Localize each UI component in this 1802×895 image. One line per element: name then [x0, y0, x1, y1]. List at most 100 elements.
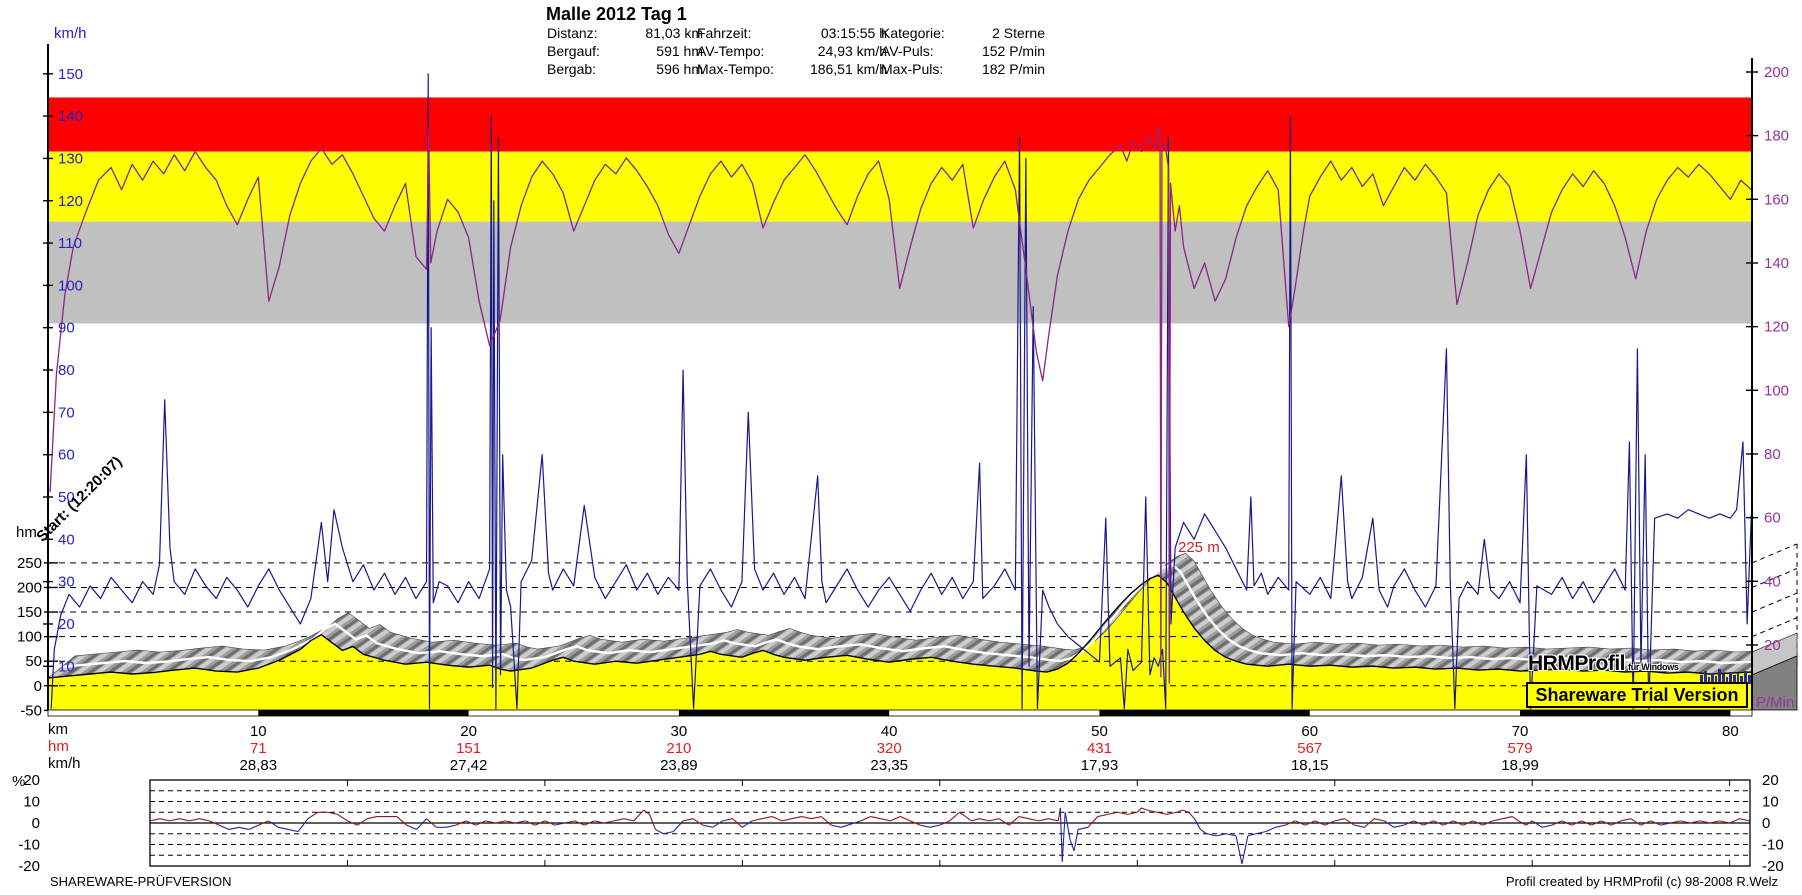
pulse-axis-tick-label: 200 — [1764, 64, 1789, 81]
gradient-axis-tick-label-right: 0 — [1762, 815, 1770, 832]
gradient-segment — [950, 812, 960, 821]
kmh-value-label: 18,15 — [1291, 757, 1329, 774]
distance-scale-segment — [1520, 710, 1730, 716]
gradient-segment — [219, 825, 229, 829]
gradient-segment — [446, 825, 456, 827]
gradient-segment — [752, 819, 762, 821]
gradient-segment — [792, 817, 802, 819]
pulse-axis-tick-label: 60 — [1764, 510, 1781, 527]
hm-axis-tick-label: 200 — [17, 579, 42, 596]
gradient-segment — [180, 819, 190, 821]
speed-axis-tick-label: 90 — [58, 320, 75, 337]
distance-mark-label: 50 — [1091, 723, 1108, 740]
gradient-segment — [1108, 812, 1118, 814]
gradient-segment — [1065, 812, 1070, 840]
gradient-segment — [1740, 819, 1750, 821]
pulse-axis-tick-label: 120 — [1764, 319, 1789, 336]
gradient-segment — [338, 814, 348, 820]
gradient-segment — [930, 825, 940, 827]
kmh-row-label: km/h — [48, 755, 81, 772]
speed-axis-tick-label: 100 — [58, 277, 83, 294]
pulse-axis-tick-label: 20 — [1764, 637, 1781, 654]
gradient-segment — [742, 821, 752, 827]
kmh-value-label: 23,35 — [870, 757, 908, 774]
stat-label: AV-Tempo: — [697, 42, 795, 60]
gradient-segment — [650, 814, 656, 829]
gradient-segment — [407, 825, 417, 829]
gradient-axis-tick-label-left: 0 — [32, 815, 40, 832]
gradient-segment — [782, 819, 792, 821]
depth-gridline — [1752, 544, 1797, 563]
pulse-axis-tick-label: 40 — [1764, 573, 1781, 590]
gradient-segment — [979, 819, 989, 821]
stat-row: Max-Puls:182 P/min — [881, 60, 1045, 78]
speed-axis-tick-label: 130 — [58, 150, 83, 167]
gradient-segment — [1137, 808, 1141, 812]
gradient-segment — [831, 825, 841, 827]
distance-row-label: km — [48, 721, 68, 738]
stat-value: 591 hm — [619, 42, 703, 60]
gradient-segment — [1200, 829, 1206, 833]
gradient-segment — [1374, 819, 1384, 821]
speed-axis-tick-label: 30 — [58, 574, 75, 591]
stat-label: Kategorie: — [881, 24, 967, 42]
hm-axis-tick-label: -50 — [20, 702, 42, 719]
stat-value: 24,93 km/h — [795, 42, 887, 60]
gradient-segment — [298, 819, 308, 832]
hr-zone — [48, 152, 1752, 222]
trial-banner: Shareware Trial Version — [1526, 682, 1748, 708]
gradient-segment — [367, 817, 377, 819]
gradient-segment — [1335, 819, 1345, 821]
speed-axis-tick-label: 120 — [58, 193, 83, 210]
speed-axis-tick-label: 10 — [58, 658, 75, 675]
depth-gridline — [1752, 618, 1797, 637]
gradient-segment — [1266, 827, 1276, 831]
gradient-segment — [1345, 819, 1355, 825]
hm-value-label: 71 — [250, 740, 267, 757]
gradient-segment — [841, 821, 861, 827]
gradient-segment — [1631, 819, 1641, 825]
stat-row: AV-Tempo:24,93 km/h — [697, 42, 887, 60]
stat-value: 186,51 km/h — [795, 60, 887, 78]
gradient-segment — [811, 817, 821, 819]
stat-row: Bergab:596 hm — [547, 60, 703, 78]
gradient-axis-tick-label-right: -10 — [1762, 837, 1784, 854]
gradient-segment — [861, 817, 871, 821]
kmh-value-label: 23,89 — [660, 757, 698, 774]
gradient-segment — [249, 825, 259, 829]
kmh-value-label: 27,42 — [450, 757, 488, 774]
footer-right: Profil created by HRMProfil (c) 98-2008 … — [1506, 874, 1778, 889]
gradient-axis-tick-label-left: -20 — [18, 858, 40, 875]
hm-value-label: 151 — [456, 740, 481, 757]
gradient-segment — [1384, 821, 1394, 827]
gradient-segment — [1088, 817, 1098, 828]
gradient-segment — [614, 819, 624, 821]
stats-column-1: Distanz:81,03 km Bergauf:591 hm Bergab:5… — [547, 24, 703, 78]
gradient-segment — [1512, 817, 1518, 821]
stat-value: 152 P/min — [967, 42, 1045, 60]
distance-mark-label: 30 — [671, 723, 688, 740]
distance-mark-label: 70 — [1512, 723, 1529, 740]
gradient-segment — [1503, 817, 1513, 819]
gradient-axis-tick-label-left: 20 — [23, 772, 40, 789]
gradient-segment — [971, 819, 979, 821]
gradient-segment — [1009, 817, 1019, 826]
speed-axis-tick-label: 70 — [58, 404, 75, 421]
gradient-segment — [1070, 840, 1074, 851]
gradient-segment — [1242, 836, 1248, 864]
distance-scale-segment — [1099, 710, 1309, 716]
hm-axis-tick-label: 150 — [17, 604, 42, 621]
pulse-axis-tick-label: 100 — [1764, 382, 1789, 399]
gradient-segment — [772, 817, 782, 821]
stat-row: AV-Puls:152 P/min — [881, 42, 1045, 60]
hm-axis-tick-label: 100 — [17, 629, 42, 646]
gradient-segment — [170, 819, 180, 821]
gradient-segment — [1276, 825, 1286, 827]
distance-scale-segment — [679, 710, 889, 716]
stat-label: AV-Puls: — [881, 42, 967, 60]
gradient-segment — [634, 810, 644, 821]
gradient-segment — [703, 825, 713, 827]
gradient-axis-tick-label-left: 10 — [23, 794, 40, 811]
gradient-segment — [624, 819, 634, 821]
hm-axis-tick-label: 50 — [25, 653, 42, 670]
